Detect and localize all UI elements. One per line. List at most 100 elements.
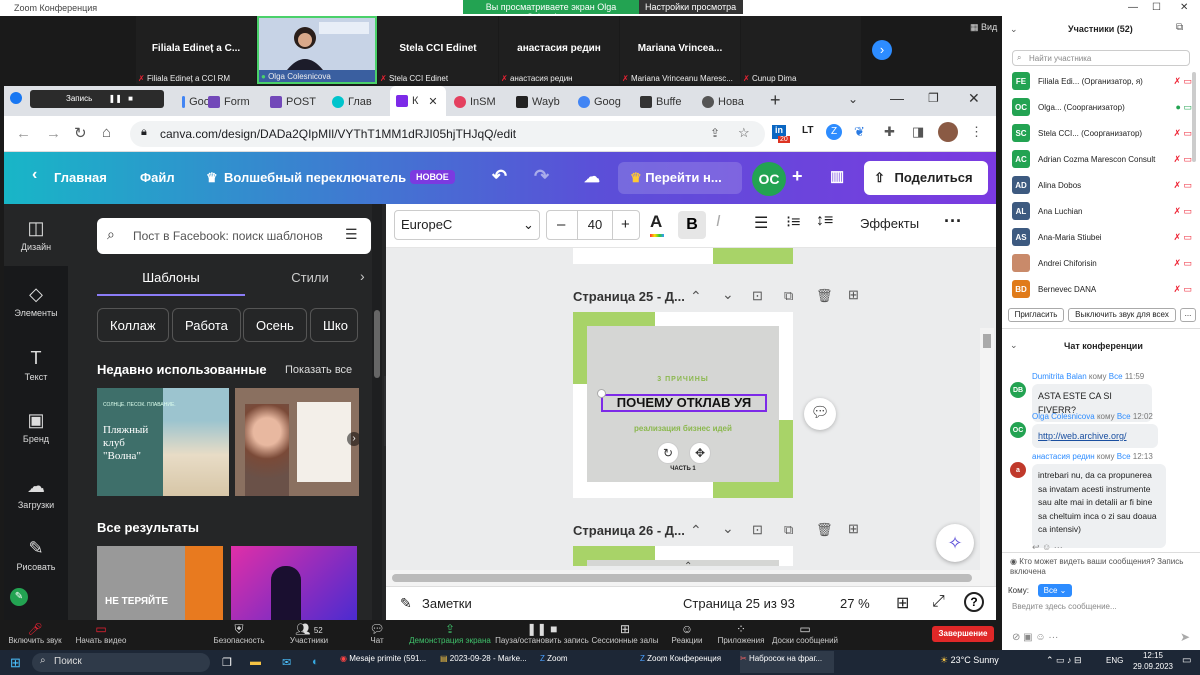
edge-icon[interactable]: ◐ <box>312 656 319 668</box>
whiteboards-button[interactable]: ▭ Доски сообщений <box>770 622 840 645</box>
spacing-icon[interactable]: ↕≡ <box>816 212 833 230</box>
template-beach-club[interactable]: СОЛНЦЕ. ПЕСОК. ПЛАВАНИЕ. Пляжный клуб "В… <box>97 388 229 496</box>
end-meeting-button[interactable]: Завершение <box>932 626 994 642</box>
bookmark-star-icon[interactable]: ☆ <box>738 125 750 141</box>
filter-icon[interactable]: ☰ <box>345 226 358 243</box>
clock-date[interactable]: 29.09.2023 <box>1130 662 1176 671</box>
next-page-icon[interactable]: › <box>872 40 892 60</box>
video-tile[interactable]: ✗ Cunup Dima <box>741 16 861 84</box>
clock-time[interactable]: 12:15 <box>1130 651 1176 660</box>
home-link[interactable]: Главная <box>54 170 107 185</box>
template-search-input[interactable]: ⌕ Пост в Facebook: поиск шаблонов ☰ <box>97 218 371 254</box>
chevron-down-icon[interactable]: ⌄ <box>722 286 734 303</box>
popout-icon[interactable]: ⧉ <box>1176 22 1183 33</box>
video-tile-active[interactable]: ● Olga Colesnicova <box>257 16 377 84</box>
rail-draw[interactable]: ✎ Рисовать <box>4 538 68 572</box>
show-all-link[interactable]: Показать все <box>285 364 352 376</box>
more-options-button[interactable]: ... <box>1180 308 1196 322</box>
align-center-icon[interactable]: ☰ <box>754 213 768 233</box>
participant-row[interactable]: OC Olga... (Соорганизатор) ● ▭ <box>1012 96 1192 118</box>
participant-row[interactable]: Andrei Chiforisin ✗ ▭ <box>1012 252 1192 274</box>
analytics-icon[interactable]: ▥ <box>830 167 844 185</box>
pen-icon[interactable]: ✎ <box>10 588 28 606</box>
move-icon[interactable]: ✥ <box>689 442 711 464</box>
browser-menu-icon[interactable]: ⋮ <box>970 124 983 140</box>
fullscreen-icon[interactable]: ⤢ <box>932 593 945 611</box>
lock-page-icon[interactable]: ⊡ <box>752 522 763 538</box>
lock-page-icon[interactable]: ⊡ <box>752 288 763 304</box>
tab-active[interactable]: К ✕ <box>390 86 446 116</box>
participant-search-input[interactable]: ⌕ Найти участника <box>1012 50 1190 66</box>
lt-extension-icon[interactable]: LT <box>802 125 813 136</box>
participants-button[interactable]: 👥︎ 52 Участники <box>274 622 344 645</box>
send-icon[interactable]: ➤ <box>1180 630 1190 644</box>
upgrade-button[interactable]: ♛ Перейти н... <box>618 162 742 194</box>
pause-recording-button[interactable]: ❚❚ ■ Пауза/остановить запись <box>494 622 590 645</box>
participant-row[interactable]: AC Adrian Cozma Marescon Consult ✗ ▭ <box>1012 148 1192 170</box>
taskbar-app[interactable]: Z Zoom <box>540 654 630 663</box>
language[interactable]: ENG <box>1106 656 1123 665</box>
chip-collage[interactable]: Коллаж <box>97 308 169 342</box>
invite-button[interactable]: Пригласить <box>1008 308 1064 322</box>
profile-avatar[interactable] <box>938 122 958 142</box>
minus-icon[interactable]: – <box>557 216 565 233</box>
browser-close-icon[interactable]: ✕ <box>968 90 980 107</box>
zoom-extension-icon[interactable]: Z <box>826 124 842 140</box>
font-size-value[interactable]: 40 <box>577 211 613 239</box>
bold-icon[interactable]: B <box>678 211 706 239</box>
zoom-level[interactable]: 27 % <box>840 596 870 611</box>
taskbar-app-active[interactable]: ✂ Набросок на фраг... <box>740 651 834 673</box>
template-portrait[interactable]: › <box>235 388 359 496</box>
recipient-select[interactable]: Все ⌄ <box>1038 584 1072 597</box>
expand-up-icon[interactable]: ⌃ <box>684 561 692 572</box>
chip-school[interactable]: Шко <box>310 308 358 342</box>
tab-templates[interactable]: Шаблоны <box>97 270 245 285</box>
collapse-icon[interactable]: ⌄ <box>1010 24 1018 35</box>
add-page-icon[interactable]: ⊞ <box>848 521 859 537</box>
tab[interactable]: POST <box>270 92 326 112</box>
address-bar[interactable]: 🔒︎ canva.com/design/DADa2QIpMIl/VYThT1MM… <box>130 121 765 147</box>
taskbar-app[interactable]: ◉ Mesaje primite (591... <box>340 654 434 663</box>
chevron-down-icon[interactable]: ⌄ <box>722 520 734 537</box>
delete-page-icon[interactable]: 🗑︎ <box>816 288 833 304</box>
pause-icon[interactable]: ❚❚ <box>108 94 121 103</box>
chat-button[interactable]: 💬︎ Чат <box>342 622 412 645</box>
close-icon[interactable]: ✕ <box>1180 2 1188 13</box>
scroll-thumb[interactable] <box>392 574 972 582</box>
more-icon[interactable]: ··· <box>944 211 962 232</box>
duplicate-page-icon[interactable]: ⧉ <box>784 522 793 538</box>
taskbar-app[interactable]: Z Zoom Конференция <box>640 654 734 663</box>
windows-start-icon[interactable]: ⊞ <box>10 655 21 671</box>
view-button[interactable]: ▦ Вид <box>970 22 997 33</box>
list-icon[interactable]: ⁝≡ <box>786 212 800 232</box>
tab[interactable]: Глав <box>332 92 388 112</box>
undo-icon[interactable]: ↶ <box>492 166 507 187</box>
comment-add-icon[interactable]: 💬︎ <box>804 398 836 430</box>
scroll-thumb[interactable] <box>374 310 380 378</box>
participant-row[interactable]: BD Bernevec DANA ✗ ▭ <box>1012 278 1192 300</box>
participant-row[interactable]: AS Ana-Maria Stiubei ✗ ▭ <box>1012 226 1192 248</box>
add-page-icon[interactable]: ⊞ <box>848 287 859 303</box>
tab[interactable]: Buffe <box>640 92 700 112</box>
font-select[interactable]: EuropeC ⌄ <box>394 210 540 240</box>
explorer-icon[interactable]: ▬ <box>250 656 261 668</box>
tray-icons[interactable]: ⌃ ▭ ♪ ⊟ <box>1046 655 1082 666</box>
chevron-up-icon[interactable]: ⌃ <box>690 522 702 539</box>
user-avatar[interactable]: ОС <box>752 162 786 196</box>
share-button[interactable]: ⇧ Поделиться <box>864 161 988 195</box>
page-counter[interactable]: Страница 25 из 93 <box>683 596 795 611</box>
breakout-rooms-button[interactable]: ⊞ Сессионные залы <box>590 622 660 645</box>
effects-button[interactable]: Эффекты <box>860 216 919 231</box>
msg-link[interactable]: http://web.archive.org/ <box>1032 424 1158 448</box>
collapse-icon[interactable]: ⌄ <box>1010 340 1018 351</box>
new-tab-icon[interactable]: + <box>770 90 781 111</box>
browser-restore-icon[interactable]: ❐ <box>928 91 939 105</box>
unmute-button[interactable]: 🎤︎ Включить звук <box>0 622 70 645</box>
tab[interactable]: Form <box>208 92 264 112</box>
video-tile[interactable]: Stela CCI Edinet ✗ Stela CCI Edinet <box>378 16 498 84</box>
tab[interactable]: Goog <box>578 92 638 112</box>
participant-row[interactable]: AD Alina Dobos ✗ ▭ <box>1012 174 1192 196</box>
rail-design[interactable]: ◫ Дизайн <box>4 204 68 266</box>
delete-page-icon[interactable]: 🗑︎ <box>816 522 833 538</box>
page-25-title[interactable]: Страница 25 - Д... <box>573 289 685 304</box>
